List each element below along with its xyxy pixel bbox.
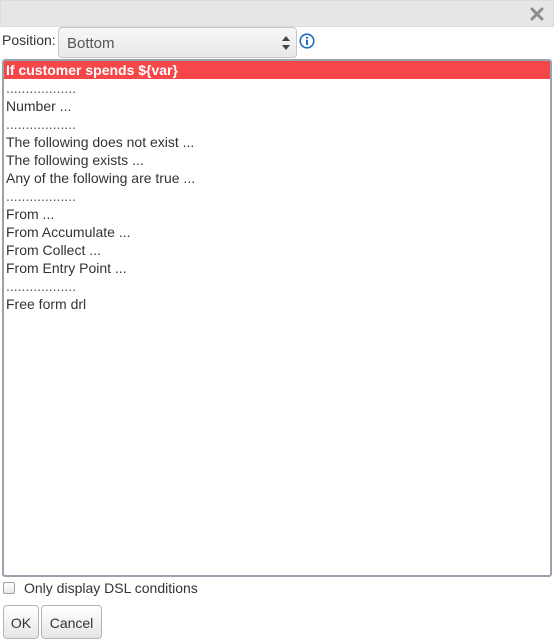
list-item[interactable]: From Accumulate ... [4,223,550,241]
dsl-only-label: Only display DSL conditions [24,580,198,596]
ok-button[interactable]: OK [3,605,39,639]
list-item[interactable]: The following exists ... [4,151,550,169]
list-separator[interactable]: .................. [4,187,550,205]
list-item[interactable]: From Collect ... [4,241,550,259]
list-separator[interactable]: .................. [4,115,550,133]
dialog: Position: Bottom If customer spends ${va… [0,0,556,644]
list-item[interactable]: Any of the following are true ... [4,169,550,187]
position-row: Position: Bottom [2,27,552,59]
list-item[interactable]: Number ... [4,97,550,115]
list-item[interactable]: From ... [4,205,550,223]
list-item[interactable]: The following does not exist ... [4,133,550,151]
info-icon[interactable] [299,33,315,49]
close-icon[interactable] [529,7,545,23]
cancel-button[interactable]: Cancel [41,605,102,639]
list-item[interactable]: If customer spends ${var} [4,61,550,79]
position-select[interactable]: Bottom [58,27,297,58]
list-separator[interactable]: .................. [4,277,550,295]
list-item[interactable]: Free form drl [4,295,550,313]
dsl-option-row: Only display DSL conditions [3,580,403,598]
dsl-only-checkbox[interactable] [3,582,15,594]
position-label: Position: [2,32,56,48]
list-item[interactable]: From Entry Point ... [4,259,550,277]
list-separator[interactable]: .................. [4,79,550,97]
position-select-value: Bottom [67,35,115,52]
condition-listbox[interactable]: If customer spends ${var}...............… [2,59,552,577]
dialog-titlebar [0,0,554,27]
select-arrows-icon [282,36,290,50]
